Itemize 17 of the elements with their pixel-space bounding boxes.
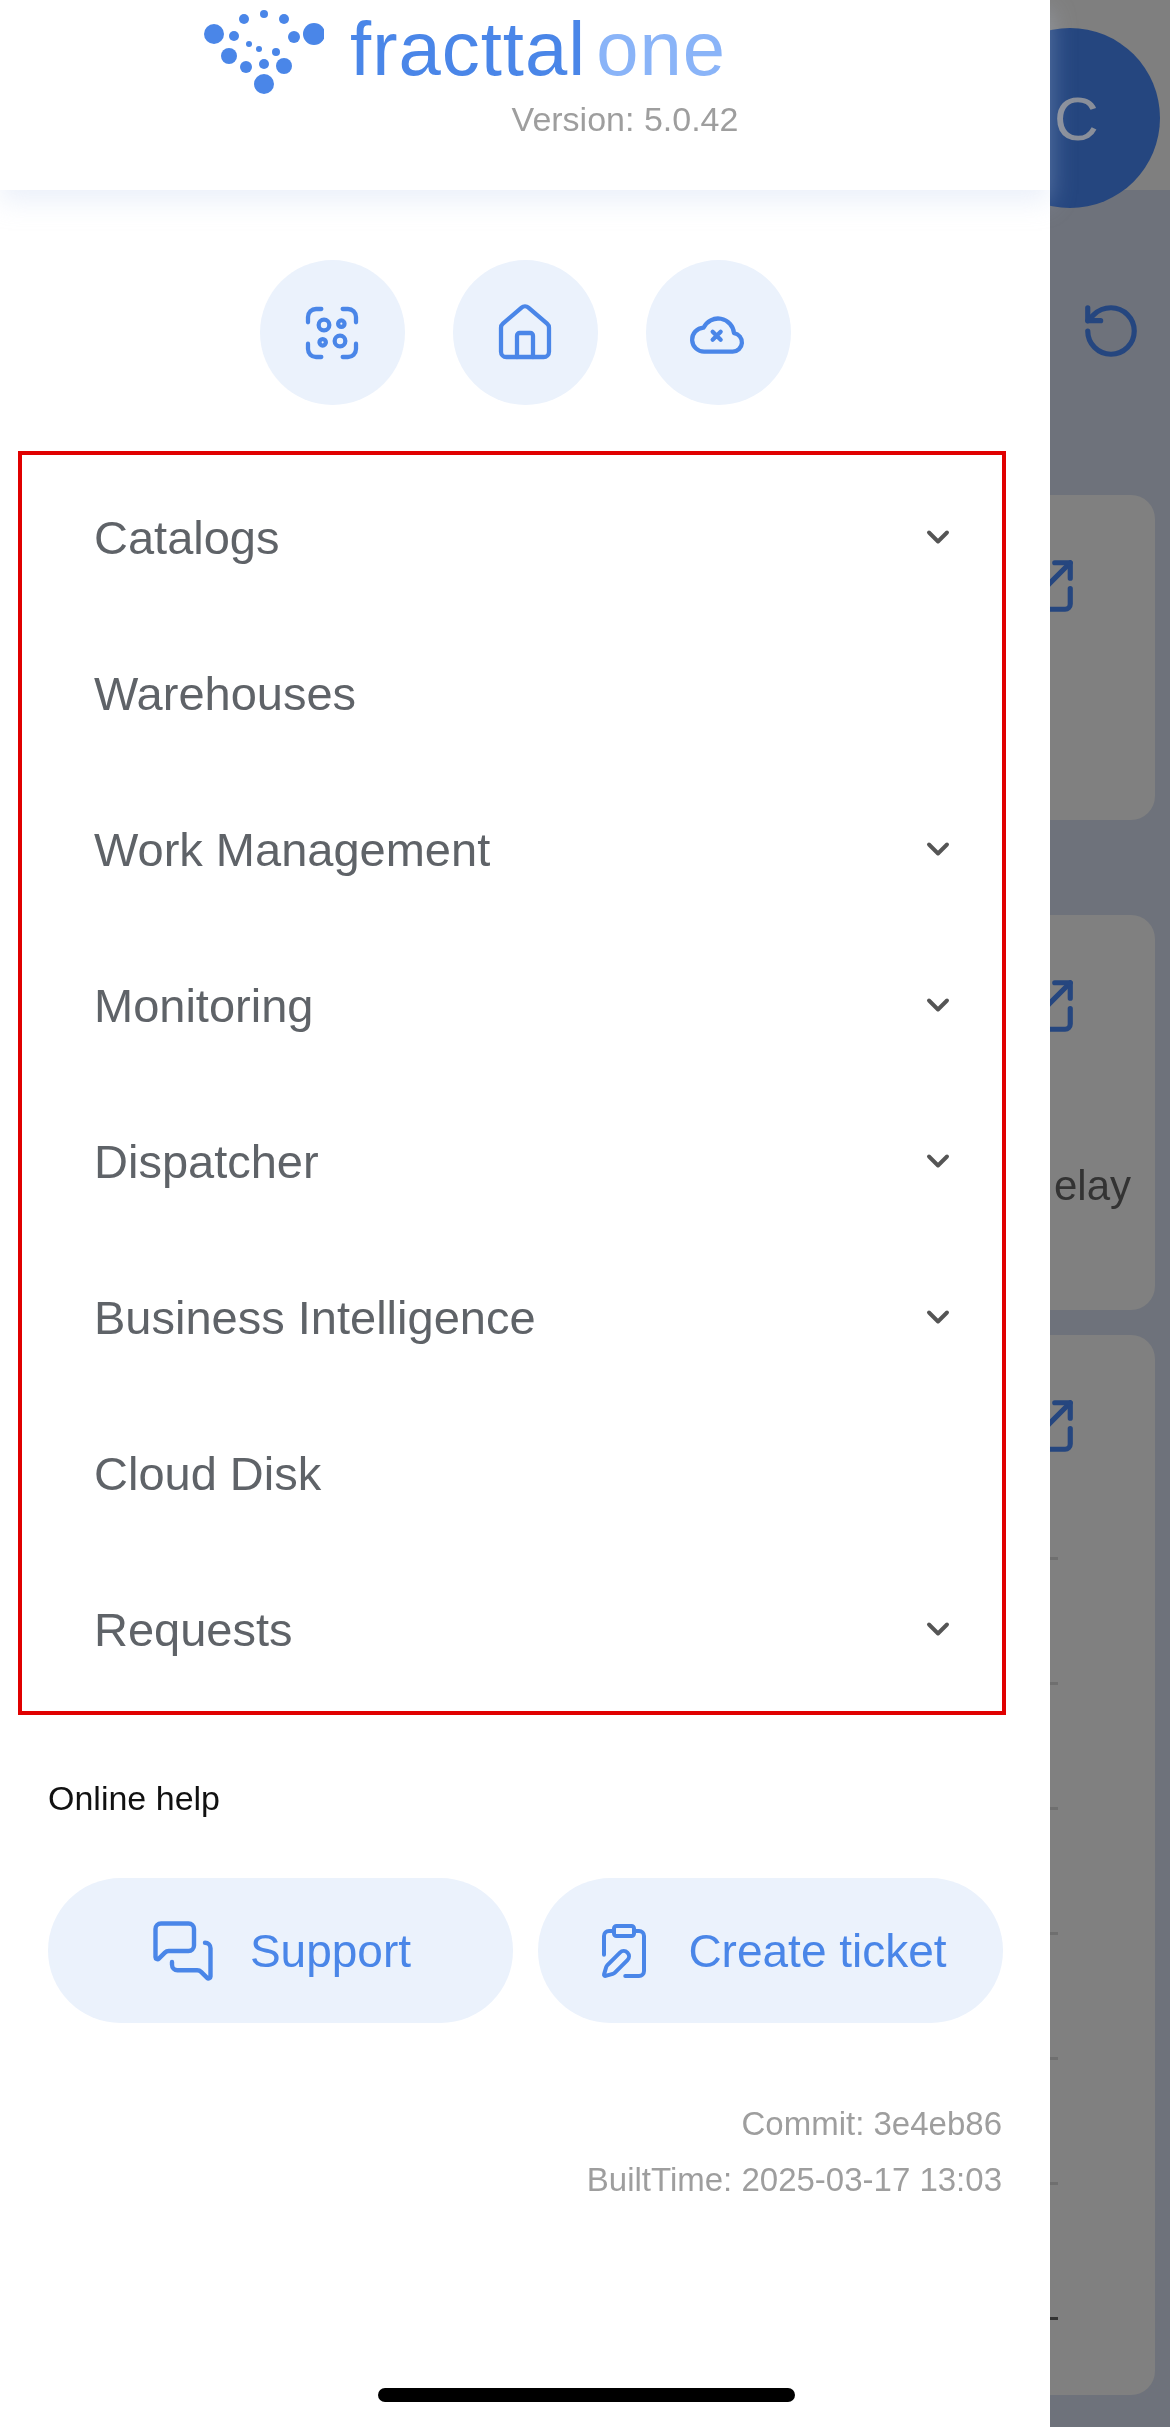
commit-text: Commit: 3e4eb86 xyxy=(741,2105,1002,2143)
build-time-text: BuiltTime: 2025-03-17 13:03 xyxy=(586,2161,1002,2199)
avatar: C xyxy=(1050,28,1160,208)
menu-item[interactable]: Dispatcher xyxy=(94,1133,319,1189)
menu-item[interactable]: Cloud Disk xyxy=(94,1445,322,1501)
menu-item[interactable]: Requests xyxy=(94,1601,293,1657)
section-title: Online help xyxy=(48,1779,220,1818)
menu-item[interactable]: Catalogs xyxy=(94,509,280,565)
card-text: elay xyxy=(1054,1162,1133,1210)
menu-item[interactable]: Work Management xyxy=(94,821,491,877)
logo-wordmark: fracttal one xyxy=(350,11,726,87)
version-text: Version: 5.0.42 xyxy=(511,100,739,139)
menu-item[interactable]: Business Intelligence xyxy=(94,1289,536,1345)
menu-item[interactable]: Monitoring xyxy=(94,977,314,1033)
support-button[interactable]: Support xyxy=(48,1878,513,2023)
menu-item[interactable]: Warehouses xyxy=(94,665,357,721)
create-ticket-button[interactable]: Create ticket xyxy=(538,1878,1003,2023)
